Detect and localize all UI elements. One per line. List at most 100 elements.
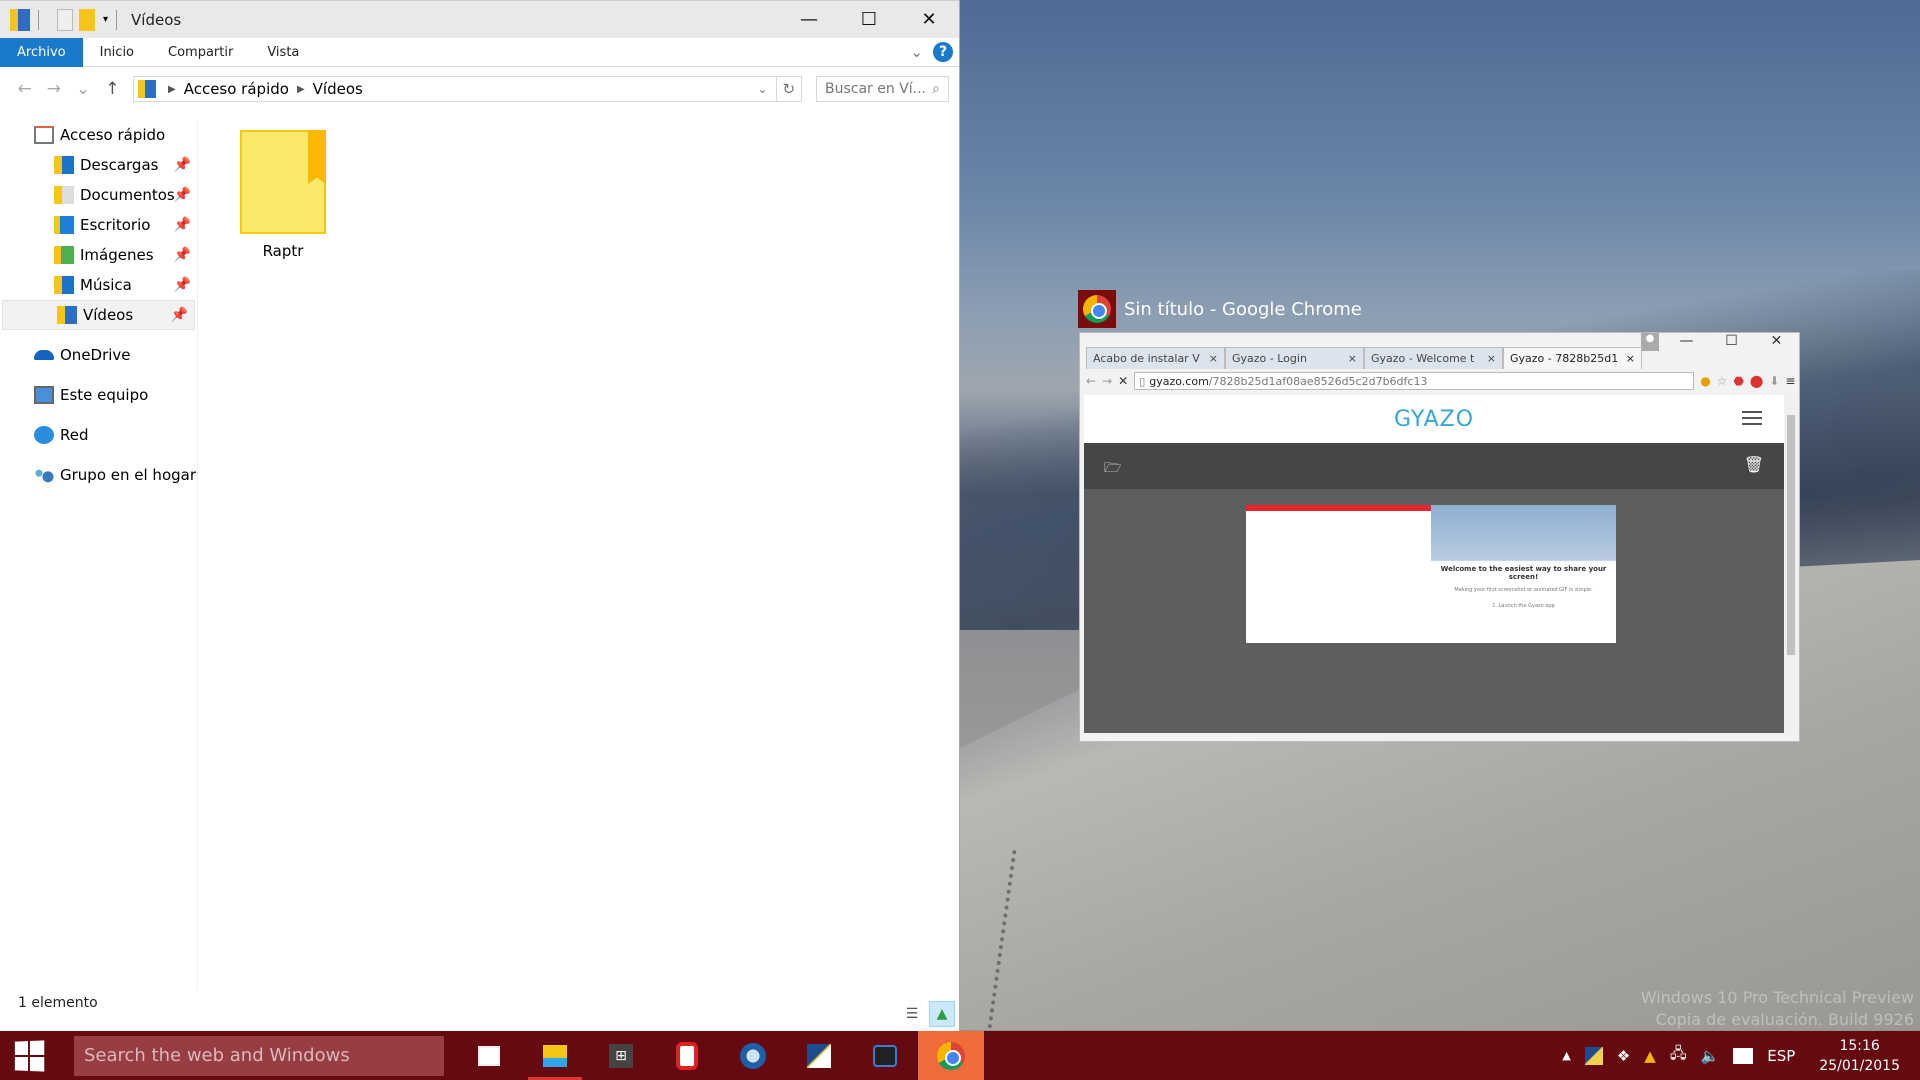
nav-descargas[interactable]: Descargas 📌 [0,150,197,180]
chevron-right-icon[interactable]: ▶ [168,84,176,95]
nav-este-equipo[interactable]: Este equipo [0,380,197,410]
recent-locations-button[interactable]: ⌄ [69,79,98,99]
taskbar-thunderbird[interactable] [720,1031,786,1080]
omnibox[interactable]: ▯ gyazo.com/7828b25d1af08ae8526d5c2d7b6d… [1134,372,1695,390]
task-view-button[interactable] [456,1031,522,1080]
vertical-scrollbar[interactable] [1785,395,1797,733]
tab-label: Gyazo - Login [1232,352,1307,365]
properties-icon[interactable] [57,8,73,31]
chrome-maximize-button[interactable]: ☐ [1709,333,1754,353]
nav-acceso-rapido[interactable]: Acceso rápido [0,120,197,150]
chrome-tab[interactable]: Acabo de instalar V × [1086,347,1225,369]
tab-compartir[interactable]: Compartir [151,38,250,67]
expand-ribbon-icon[interactable]: ⌄ [910,43,923,61]
pin-icon[interactable]: 📌 [171,307,188,323]
address-bar[interactable]: ▶ Acceso rápido ▶ Vídeos ⌄ [133,76,777,102]
folder-open-icon[interactable]: 🗁 [1104,457,1121,481]
pin-icon[interactable]: 📌 [174,247,191,263]
close-tab-icon[interactable]: × [1626,352,1635,365]
taskbar-search-input[interactable]: Search the web and Windows [74,1035,444,1076]
tab-inicio[interactable]: Inicio [83,38,151,67]
chrome-tab-active[interactable]: Gyazo - 7828b25d1 × [1503,347,1642,369]
stop-icon[interactable]: ✕ [1118,374,1128,388]
chrome-minimize-button[interactable]: — [1664,333,1709,353]
action-center-icon[interactable] [1733,1047,1754,1064]
download-extension-icon[interactable]: ⬇ [1769,374,1779,388]
tab-vista[interactable]: Vista [250,38,316,67]
nav-onedrive[interactable]: OneDrive [0,340,197,370]
volume-icon[interactable]: 🔈 [1701,1047,1720,1065]
taskbar-paint-app[interactable] [786,1031,852,1080]
clock[interactable]: 15:16 25/01/2015 [1819,1036,1900,1076]
start-button[interactable] [0,1031,58,1080]
tab-archivo[interactable]: Archivo [0,37,83,67]
trash-icon[interactable]: 🗑 [1744,455,1764,474]
pin-icon[interactable]: 📌 [174,277,191,293]
hamburger-menu-icon[interactable] [1742,411,1762,425]
nav-musica[interactable]: Música 📌 [0,270,197,300]
chevron-down-icon[interactable]: ⌄ [758,82,776,96]
customize-toolbar-icon[interactable]: ▾ [103,14,108,25]
chrome-tab[interactable]: Gyazo - Login × [1225,347,1364,369]
up-button[interactable]: ↑ [98,79,127,99]
breadcrumb-acceso-rapido[interactable]: Acceso rápido [184,80,289,98]
nav-documentos[interactable]: Documentos 📌 [0,180,197,210]
help-icon[interactable]: ? [933,42,953,62]
chrome-close-button[interactable]: ✕ [1754,333,1799,353]
refresh-button[interactable]: ↻ [776,76,802,102]
close-tab-icon[interactable]: × [1209,352,1218,365]
new-folder-icon[interactable] [79,8,95,31]
scrollbar-thumb[interactable] [1787,415,1795,655]
nav-grupo-hogar[interactable]: Grupo en el hogar [0,460,197,490]
chrome-preview-window[interactable]: ● — ☐ ✕ Acabo de instalar V × Gyazo - Log… [1079,332,1800,742]
taskbar-file-explorer[interactable] [522,1031,588,1080]
maximize-button[interactable]: ☐ [839,5,899,35]
pin-icon[interactable]: 📌 [174,187,191,203]
nav-imagenes[interactable]: Imágenes 📌 [0,240,197,270]
large-icons-view-icon[interactable]: ▲ [929,1001,955,1027]
pin-icon[interactable]: 📌 [174,217,191,233]
back-button[interactable]: ← [10,79,39,99]
gyazo-logo[interactable]: GYAZO [1394,407,1474,432]
taskbar-chrome[interactable] [918,1031,984,1080]
nav-videos[interactable]: Vídeos 📌 [2,300,195,330]
close-tab-icon[interactable]: × [1487,352,1496,365]
bookmark-star-icon[interactable]: ☆ [1717,374,1728,388]
forward-icon[interactable]: → [1102,374,1112,388]
nav-label: Este equipo [60,386,149,404]
forward-button[interactable]: → [39,79,68,99]
captured-screenshot[interactable]: Welcome to the easiest way to share your… [1246,505,1616,643]
close-button[interactable]: ✕ [899,5,959,35]
search-input[interactable]: Buscar en Ví... ⌕ [815,76,950,102]
network-icon[interactable]: 🖧 [1670,1043,1687,1068]
chevron-right-icon[interactable]: ▶ [297,84,305,95]
breadcrumb-videos[interactable]: Vídeos [313,80,363,98]
taskbar: Search the web and Windows ⊞ ▲ ❖ ▲ 🖧 🔈 E… [0,1031,1920,1080]
paint-tray-icon[interactable] [1584,1046,1603,1065]
profile-icon[interactable]: ● [1641,333,1659,351]
nav-escritorio[interactable]: Escritorio 📌 [0,210,197,240]
videos-folder-icon [10,8,30,31]
minimize-button[interactable]: — [779,5,839,35]
chrome-toolbar: ← → ✕ ▯ gyazo.com/7828b25d1af08ae8526d5c… [1080,369,1799,393]
language-indicator[interactable]: ESP [1767,1047,1795,1065]
details-view-icon[interactable]: ☰ [899,1001,925,1027]
close-tab-icon[interactable]: × [1348,352,1357,365]
extension-icon[interactable]: ● [1700,374,1710,388]
chrome-preview-title: Sin título - Google Chrome [1078,290,1362,328]
adblock-icon[interactable]: ⬣ [1733,374,1743,388]
show-hidden-icons[interactable]: ▲ [1562,1049,1570,1062]
taskbar-camera-app[interactable] [654,1031,720,1080]
nav-red[interactable]: Red [0,420,197,450]
taskbar-media-app[interactable] [852,1031,918,1080]
folder-item[interactable]: Raptr [238,130,328,260]
dropbox-icon[interactable]: ❖ [1617,1047,1630,1065]
opera-extension-icon[interactable]: ⬤ [1750,374,1763,388]
onedrive-icon [34,350,54,360]
google-drive-icon[interactable]: ▲ [1644,1047,1656,1065]
chrome-menu-icon[interactable]: ≡ [1785,374,1795,388]
pin-icon[interactable]: 📌 [174,157,191,173]
taskbar-store[interactable]: ⊞ [588,1031,654,1080]
chrome-tab[interactable]: Gyazo - Welcome t × [1364,347,1503,369]
back-icon[interactable]: ← [1086,374,1096,388]
